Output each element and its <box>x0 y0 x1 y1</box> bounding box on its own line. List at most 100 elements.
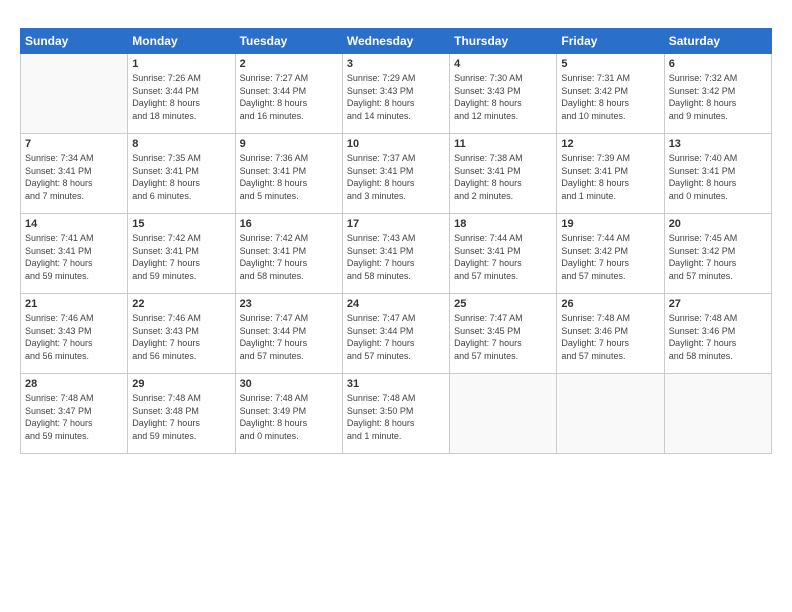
day-cell <box>557 374 664 454</box>
day-info: Sunrise: 7:46 AMSunset: 3:43 PMDaylight:… <box>132 312 230 362</box>
day-info: Sunrise: 7:46 AMSunset: 3:43 PMDaylight:… <box>25 312 123 362</box>
calendar-table: SundayMondayTuesdayWednesdayThursdayFrid… <box>20 28 772 454</box>
page: General Blue SundayMondayTuesdayWednesda… <box>0 0 792 612</box>
week-row-5: 28Sunrise: 7:48 AMSunset: 3:47 PMDayligh… <box>21 374 772 454</box>
day-cell: 21 Sunrise: 7:46 AMSunset: 3:43 PMDayligh… <box>21 294 128 374</box>
day-cell: 2 Sunrise: 7:27 AMSunset: 3:44 PMDaylight… <box>235 54 342 134</box>
day-info: Sunrise: 7:37 AMSunset: 3:41 PMDaylight:… <box>347 152 445 202</box>
day-cell: 20 Sunrise: 7:45 AMSunset: 3:42 PMDayligh… <box>664 214 771 294</box>
day-cell: 30 Sunrise: 7:48 AMSunset: 3:49 PMDayligh… <box>235 374 342 454</box>
day-cell: 11Sunrise: 7:38 AMSunset: 3:41 PMDayligh… <box>450 134 557 214</box>
day-number: 31 <box>347 378 445 390</box>
day-number: 29 <box>132 378 230 390</box>
day-number: 16 <box>240 218 338 230</box>
week-row-3: 14Sunrise: 7:41 AMSunset: 3:41 PMDayligh… <box>21 214 772 294</box>
day-number: 5 <box>561 58 659 70</box>
day-info: Sunrise: 7:42 AMSunset: 3:41 PMDaylight:… <box>240 232 338 282</box>
col-header-wednesday: Wednesday <box>342 29 449 54</box>
day-number: 4 <box>454 58 552 70</box>
day-cell: 7 Sunrise: 7:34 AMSunset: 3:41 PMDaylight… <box>21 134 128 214</box>
day-info: Sunrise: 7:44 AMSunset: 3:41 PMDaylight:… <box>454 232 552 282</box>
day-cell <box>450 374 557 454</box>
day-cell: 26 Sunrise: 7:48 AMSunset: 3:46 PMDayligh… <box>557 294 664 374</box>
day-cell: 4 Sunrise: 7:30 AMSunset: 3:43 PMDaylight… <box>450 54 557 134</box>
day-cell: 8Sunrise: 7:35 AMSunset: 3:41 PMDaylight… <box>128 134 235 214</box>
day-info: Sunrise: 7:48 AMSunset: 3:48 PMDaylight:… <box>132 392 230 442</box>
day-info: Sunrise: 7:47 AMSunset: 3:44 PMDaylight:… <box>347 312 445 362</box>
day-info: Sunrise: 7:48 AMSunset: 3:49 PMDaylight:… <box>240 392 338 442</box>
col-header-sunday: Sunday <box>21 29 128 54</box>
day-number: 14 <box>25 218 123 230</box>
day-cell: 25 Sunrise: 7:47 AMSunset: 3:45 PMDayligh… <box>450 294 557 374</box>
day-info: Sunrise: 7:48 AMSunset: 3:46 PMDaylight:… <box>669 312 767 362</box>
day-cell: 9Sunrise: 7:36 AMSunset: 3:41 PMDaylight… <box>235 134 342 214</box>
day-number: 23 <box>240 298 338 310</box>
day-cell: 23 Sunrise: 7:47 AMSunset: 3:44 PMDayligh… <box>235 294 342 374</box>
day-number: 1 <box>132 58 230 70</box>
day-cell: 14Sunrise: 7:41 AMSunset: 3:41 PMDayligh… <box>21 214 128 294</box>
day-info: Sunrise: 7:36 AMSunset: 3:41 PMDaylight:… <box>240 152 338 202</box>
day-cell: 19 Sunrise: 7:44 AMSunset: 3:42 PMDayligh… <box>557 214 664 294</box>
col-header-friday: Friday <box>557 29 664 54</box>
day-cell: 18 Sunrise: 7:44 AMSunset: 3:41 PMDayligh… <box>450 214 557 294</box>
header-row: SundayMondayTuesdayWednesdayThursdayFrid… <box>21 29 772 54</box>
day-number: 27 <box>669 298 767 310</box>
day-cell: 12Sunrise: 7:39 AMSunset: 3:41 PMDayligh… <box>557 134 664 214</box>
day-cell: 27 Sunrise: 7:48 AMSunset: 3:46 PMDayligh… <box>664 294 771 374</box>
day-info: Sunrise: 7:27 AMSunset: 3:44 PMDaylight:… <box>240 72 338 122</box>
day-info: Sunrise: 7:47 AMSunset: 3:45 PMDaylight:… <box>454 312 552 362</box>
day-number: 18 <box>454 218 552 230</box>
day-number: 6 <box>669 58 767 70</box>
col-header-thursday: Thursday <box>450 29 557 54</box>
day-number: 13 <box>669 138 767 150</box>
day-number: 19 <box>561 218 659 230</box>
col-header-saturday: Saturday <box>664 29 771 54</box>
day-cell: 29 Sunrise: 7:48 AMSunset: 3:48 PMDayligh… <box>128 374 235 454</box>
day-cell: 3 Sunrise: 7:29 AMSunset: 3:43 PMDaylight… <box>342 54 449 134</box>
day-cell: 13 Sunrise: 7:40 AMSunset: 3:41 PMDayligh… <box>664 134 771 214</box>
day-info: Sunrise: 7:40 AMSunset: 3:41 PMDaylight:… <box>669 152 767 202</box>
day-number: 28 <box>25 378 123 390</box>
day-info: Sunrise: 7:43 AMSunset: 3:41 PMDaylight:… <box>347 232 445 282</box>
day-cell: 1 Sunrise: 7:26 AMSunset: 3:44 PMDaylight… <box>128 54 235 134</box>
day-cell: 6Sunrise: 7:32 AMSunset: 3:42 PMDaylight… <box>664 54 771 134</box>
day-info: Sunrise: 7:29 AMSunset: 3:43 PMDaylight:… <box>347 72 445 122</box>
day-number: 26 <box>561 298 659 310</box>
day-number: 15 <box>132 218 230 230</box>
day-info: Sunrise: 7:38 AMSunset: 3:41 PMDaylight:… <box>454 152 552 202</box>
day-cell: 16 Sunrise: 7:42 AMSunset: 3:41 PMDayligh… <box>235 214 342 294</box>
col-header-monday: Monday <box>128 29 235 54</box>
col-header-tuesday: Tuesday <box>235 29 342 54</box>
day-number: 30 <box>240 378 338 390</box>
day-number: 25 <box>454 298 552 310</box>
day-cell: 24Sunrise: 7:47 AMSunset: 3:44 PMDayligh… <box>342 294 449 374</box>
day-number: 8 <box>132 138 230 150</box>
day-info: Sunrise: 7:48 AMSunset: 3:46 PMDaylight:… <box>561 312 659 362</box>
week-row-2: 7 Sunrise: 7:34 AMSunset: 3:41 PMDaylight… <box>21 134 772 214</box>
day-number: 21 <box>25 298 123 310</box>
day-number: 7 <box>25 138 123 150</box>
day-cell: 31 Sunrise: 7:48 AMSunset: 3:50 PMDayligh… <box>342 374 449 454</box>
day-cell: 5 Sunrise: 7:31 AMSunset: 3:42 PMDaylight… <box>557 54 664 134</box>
day-cell <box>664 374 771 454</box>
day-number: 20 <box>669 218 767 230</box>
day-number: 2 <box>240 58 338 70</box>
day-info: Sunrise: 7:42 AMSunset: 3:41 PMDaylight:… <box>132 232 230 282</box>
day-cell: 10 Sunrise: 7:37 AMSunset: 3:41 PMDayligh… <box>342 134 449 214</box>
day-cell: 28Sunrise: 7:48 AMSunset: 3:47 PMDayligh… <box>21 374 128 454</box>
week-row-4: 21 Sunrise: 7:46 AMSunset: 3:43 PMDayligh… <box>21 294 772 374</box>
day-cell: 15 Sunrise: 7:42 AMSunset: 3:41 PMDayligh… <box>128 214 235 294</box>
day-number: 10 <box>347 138 445 150</box>
day-info: Sunrise: 7:48 AMSunset: 3:50 PMDaylight:… <box>347 392 445 442</box>
day-info: Sunrise: 7:30 AMSunset: 3:43 PMDaylight:… <box>454 72 552 122</box>
day-number: 3 <box>347 58 445 70</box>
day-info: Sunrise: 7:34 AMSunset: 3:41 PMDaylight:… <box>25 152 123 202</box>
day-info: Sunrise: 7:44 AMSunset: 3:42 PMDaylight:… <box>561 232 659 282</box>
day-info: Sunrise: 7:47 AMSunset: 3:44 PMDaylight:… <box>240 312 338 362</box>
day-info: Sunrise: 7:45 AMSunset: 3:42 PMDaylight:… <box>669 232 767 282</box>
week-row-1: 1 Sunrise: 7:26 AMSunset: 3:44 PMDaylight… <box>21 54 772 134</box>
day-info: Sunrise: 7:26 AMSunset: 3:44 PMDaylight:… <box>132 72 230 122</box>
day-info: Sunrise: 7:31 AMSunset: 3:42 PMDaylight:… <box>561 72 659 122</box>
day-cell: 17 Sunrise: 7:43 AMSunset: 3:41 PMDayligh… <box>342 214 449 294</box>
day-number: 17 <box>347 218 445 230</box>
